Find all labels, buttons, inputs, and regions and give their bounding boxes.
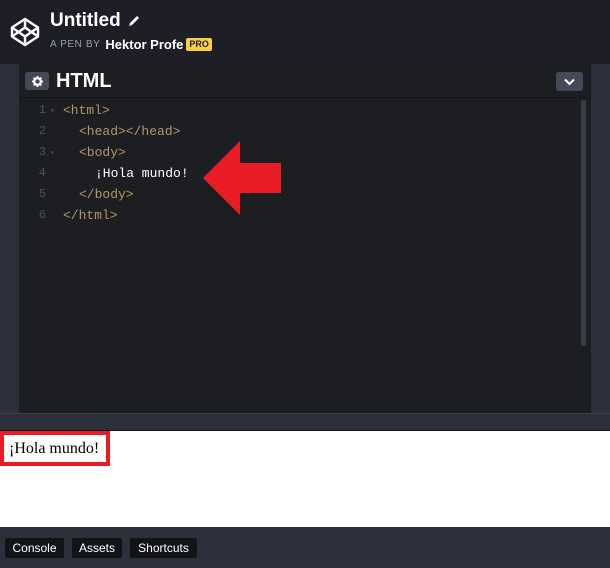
editor-scrollbar[interactable] [581, 100, 586, 346]
fold-arrow-icon[interactable]: ▾ [50, 101, 55, 122]
line-number: 1 [38, 103, 46, 117]
codepen-logo-icon[interactable] [9, 16, 41, 48]
pen-byline: A PEN BY Hektor Profe PRO [50, 37, 212, 52]
code-line[interactable]: 3 ▾ <body> [19, 142, 569, 163]
editor-frame: HTML 1 ▾ <html> 2 <head></head> 3 ▾ <body> 4 ¡Hol… [0, 64, 610, 415]
line-number: 5 [38, 187, 46, 201]
html-editor: HTML 1 ▾ <html> 2 <head></head> 3 ▾ <body> 4 ¡Hol… [19, 64, 591, 415]
chevron-down-icon [564, 78, 575, 85]
author-name[interactable]: Hektor Profe [105, 37, 183, 52]
preview-output: ¡Hola mundo! [0, 431, 110, 466]
fold-arrow-icon[interactable]: ▾ [50, 143, 55, 164]
pen-title-row: Untitled [50, 9, 141, 33]
pen-header: Untitled A PEN BY Hektor Profe PRO [0, 0, 610, 64]
gear-icon [31, 75, 43, 87]
code-text: <html> [63, 103, 110, 118]
pen-title[interactable]: Untitled [50, 10, 121, 32]
pencil-icon[interactable] [127, 14, 141, 28]
line-number: 2 [38, 124, 46, 138]
code-line[interactable]: 5 </body> [19, 184, 569, 205]
code-text: ¡Hola mundo! [95, 166, 189, 181]
footer-bar: Console Assets Shortcuts [0, 527, 610, 568]
line-number: 4 [38, 166, 46, 180]
shortcuts-button[interactable]: Shortcuts [130, 538, 197, 558]
code-area[interactable]: 1 ▾ <html> 2 <head></head> 3 ▾ <body> 4 ¡Hola mun… [19, 100, 591, 415]
code-text: <head></head> [79, 124, 181, 139]
code-line[interactable]: 6 </html> [19, 205, 569, 226]
preview-pane: ¡Hola mundo! [0, 431, 610, 527]
code-line[interactable]: 2 <head></head> [19, 121, 569, 142]
editor-title: HTML [56, 70, 112, 92]
code-line[interactable]: 1 ▾ <html> [19, 100, 569, 121]
editor-settings-button[interactable] [25, 72, 49, 90]
code-text: </body> [79, 187, 134, 202]
code-text: <body> [79, 145, 126, 160]
editor-header: HTML [19, 64, 591, 98]
red-arrow-icon [203, 141, 281, 215]
resize-handle[interactable] [0, 413, 610, 431]
assets-button[interactable]: Assets [72, 538, 122, 558]
code-text: </html> [63, 208, 118, 223]
pro-badge: PRO [186, 38, 212, 51]
byline-label: A PEN BY [50, 39, 101, 50]
console-button[interactable]: Console [5, 538, 64, 558]
line-number: 6 [38, 208, 46, 222]
code-line[interactable]: 4 ¡Hola mundo! [19, 163, 569, 184]
line-number: 3 [38, 145, 46, 159]
editor-collapse-button[interactable] [556, 72, 583, 91]
